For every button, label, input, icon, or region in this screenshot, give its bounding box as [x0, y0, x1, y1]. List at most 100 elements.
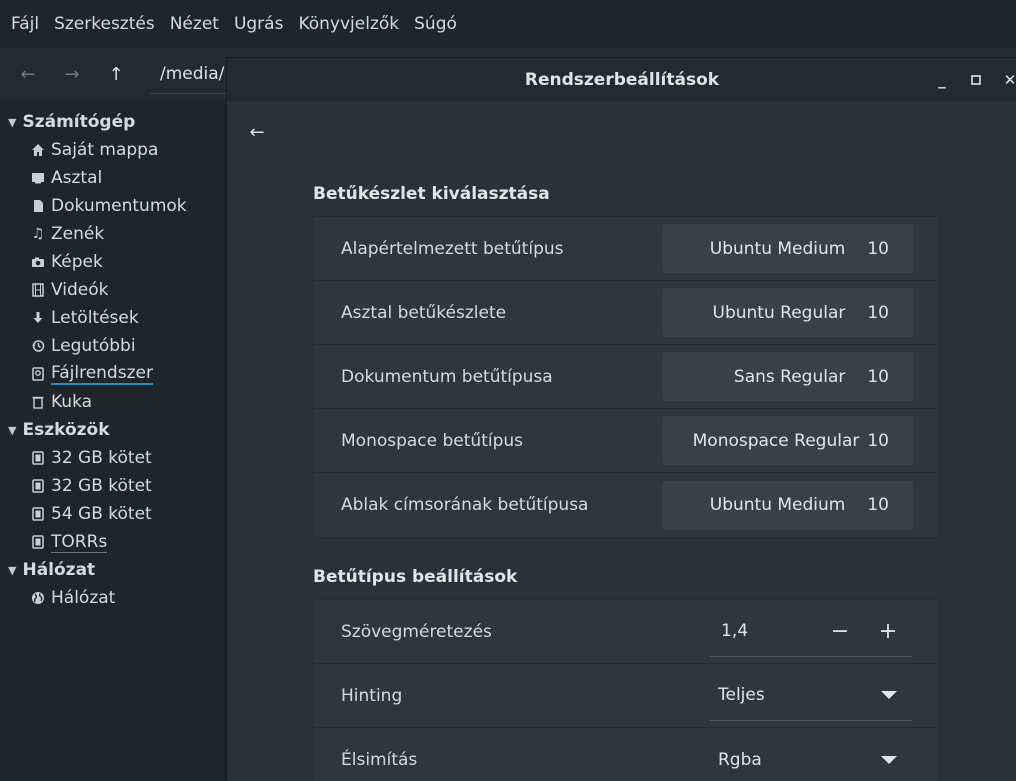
- sidebar-item-label: Zenék: [51, 224, 105, 244]
- arrow-right-icon: →: [64, 63, 80, 85]
- window-title: Rendszerbeállítások: [524, 70, 720, 90]
- row-label: Asztal betűkészlete: [341, 302, 507, 323]
- font-size: 10: [867, 430, 889, 451]
- font-name: Sans Regular: [733, 366, 846, 387]
- row-label: Élsimítás: [341, 750, 418, 770]
- expander-triangle-icon: ▼: [8, 115, 17, 129]
- settings-window: Rendszerbeállítások _ ✕ ← Betűkészlet ki…: [226, 57, 1016, 781]
- font-row-desktop: Asztal betűkészlete Ubuntu Regular 10: [314, 281, 939, 345]
- font-row-default: Alapértelmezett betűtípus Ubuntu Medium …: [314, 217, 939, 281]
- menu-bookmarks[interactable]: Könyvjelzők: [291, 14, 407, 34]
- sidebar-item-volume[interactable]: 32 GB kötet: [0, 444, 226, 472]
- sidebar-item-downloads[interactable]: Letöltések: [0, 304, 226, 332]
- sidebar-item-music[interactable]: ♫ Zenék: [0, 220, 226, 248]
- sidebar-item-torrs[interactable]: TORRs: [0, 528, 226, 556]
- sidebar-item-pictures[interactable]: Képek: [0, 248, 226, 276]
- font-size: 10: [867, 495, 889, 515]
- drive-icon: [30, 506, 46, 522]
- menu-go[interactable]: Ugrás: [227, 14, 292, 34]
- font-chooser-button[interactable]: Ubuntu Medium 10: [662, 224, 913, 273]
- history-icon: [30, 338, 46, 354]
- camera-icon: [30, 254, 46, 270]
- font-size: 10: [867, 238, 889, 259]
- font-chooser-button[interactable]: Monospace Regular 10: [662, 416, 913, 465]
- sidebar-section-devices[interactable]: ▼ Eszközök: [0, 416, 226, 444]
- sidebar-item-filesystem[interactable]: Fájlrendszer: [0, 360, 226, 388]
- font-chooser-button[interactable]: Ubuntu Medium 10: [662, 480, 913, 530]
- maximize-button[interactable]: [965, 68, 987, 92]
- menu-file[interactable]: Fájl: [4, 14, 47, 34]
- download-icon: [30, 310, 46, 326]
- row-label: Alapértelmezett betűtípus: [341, 238, 564, 259]
- font-options-panel: Szövegméretezés 1,4 − + Hinting Teljes É…: [313, 599, 940, 781]
- close-button[interactable]: ✕: [999, 68, 1016, 92]
- sidebar-item-label: Legutóbbi: [51, 336, 136, 356]
- trash-icon: [30, 394, 46, 410]
- minimize-button[interactable]: _: [931, 68, 953, 92]
- font-size: 10: [867, 302, 889, 323]
- sidebar-item-videos[interactable]: Videók: [0, 276, 226, 304]
- sidebar-item-network[interactable]: Hálózat: [0, 584, 226, 612]
- sidebar-section-computer[interactable]: ▼ Számítógép: [0, 108, 226, 136]
- sidebar-item-recent[interactable]: Legutóbbi: [0, 332, 226, 360]
- window-titlebar[interactable]: Rendszerbeállítások _ ✕: [227, 58, 1016, 102]
- film-icon: [30, 282, 46, 298]
- expander-triangle-icon: ▼: [8, 423, 17, 437]
- section-title-font-selection: Betűkészlet kiválasztása: [313, 184, 550, 204]
- sidebar-item-trash[interactable]: Kuka: [0, 388, 226, 416]
- menu-edit[interactable]: Szerkesztés: [47, 14, 163, 34]
- sidebar-item-label: 32 GB kötet: [51, 476, 152, 496]
- row-label: Dokumentum betűtípusa: [341, 366, 553, 387]
- text-scaling-value[interactable]: 1,4: [709, 621, 816, 641]
- font-chooser-button[interactable]: Sans Regular 10: [662, 352, 913, 401]
- menubar: Fájl Szerkesztés Nézet Ugrás Könyvjelzők…: [0, 0, 1016, 48]
- back-button[interactable]: ←: [243, 118, 271, 146]
- row-label: Ablak címsorának betűtípusa: [341, 495, 589, 515]
- globe-icon: [30, 590, 46, 606]
- sidebar-item-label: Saját mappa: [51, 140, 159, 160]
- hinting-value: Teljes: [718, 685, 765, 705]
- option-row-text-scaling: Szövegméretezés 1,4 − +: [314, 600, 939, 664]
- font-name: Ubuntu Regular: [712, 302, 846, 323]
- sidebar-item-documents[interactable]: Dokumentumok: [0, 192, 226, 220]
- up-button[interactable]: ↑: [94, 54, 138, 94]
- back-button[interactable]: ←: [6, 54, 50, 94]
- filesystem-icon: [30, 366, 46, 382]
- music-icon: ♫: [31, 226, 45, 242]
- sidebar-item-label: Asztal: [51, 168, 103, 188]
- decrement-button[interactable]: −: [816, 619, 864, 644]
- sidebar-item-volume[interactable]: 54 GB kötet: [0, 500, 226, 528]
- sidebar-section-network[interactable]: ▼ Hálózat: [0, 556, 226, 584]
- font-chooser-button[interactable]: Ubuntu Regular 10: [662, 288, 913, 337]
- font-size: 10: [867, 366, 889, 387]
- menu-view[interactable]: Nézet: [163, 14, 227, 34]
- sidebar-item-label: Videók: [51, 280, 109, 300]
- sidebar: ▼ Számítógép Saját mappa Asztal Dokument…: [0, 104, 226, 781]
- increment-button[interactable]: +: [864, 619, 912, 644]
- forward-button[interactable]: →: [50, 54, 94, 94]
- sidebar-item-volume[interactable]: 32 GB kötet: [0, 472, 226, 500]
- row-label: Hinting: [341, 685, 403, 706]
- maximize-icon: [971, 71, 981, 89]
- arrow-up-icon: ↑: [108, 63, 124, 85]
- sidebar-header-label: Eszközök: [22, 420, 110, 440]
- antialiasing-dropdown[interactable]: Rgba: [709, 735, 912, 781]
- drive-icon: [30, 478, 46, 494]
- font-row-monospace: Monospace betűtípus Monospace Regular 10: [314, 409, 939, 473]
- document-icon: [30, 198, 46, 214]
- font-row-window-title: Ablak címsorának betűtípusa Ubuntu Mediu…: [314, 473, 939, 537]
- menu-help[interactable]: Súgó: [407, 14, 465, 34]
- hinting-dropdown[interactable]: Teljes: [709, 671, 912, 721]
- sidebar-item-desktop[interactable]: Asztal: [0, 164, 226, 192]
- arrow-left-icon: ←: [20, 63, 36, 85]
- row-label: Monospace betűtípus: [341, 430, 524, 451]
- sidebar-item-home[interactable]: Saját mappa: [0, 136, 226, 164]
- option-row-antialiasing: Élsimítás Rgba: [314, 728, 939, 781]
- font-name: Ubuntu Medium: [709, 495, 846, 515]
- font-name: Ubuntu Medium: [709, 238, 846, 259]
- font-selection-panel: Alapértelmezett betűtípus Ubuntu Medium …: [313, 216, 940, 538]
- sidebar-header-label: Hálózat: [22, 560, 96, 580]
- arrow-left-icon: ←: [249, 121, 265, 143]
- drive-icon: [30, 450, 46, 466]
- sidebar-header-label: Számítógép: [22, 112, 136, 132]
